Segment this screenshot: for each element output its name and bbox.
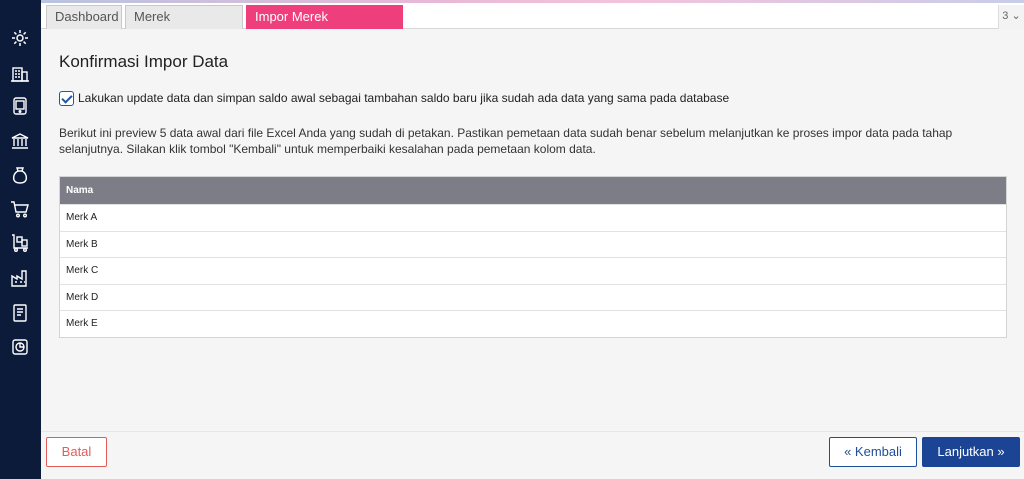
main-content: Konfirmasi Impor Data Lakukan update dat… bbox=[41, 29, 1024, 479]
table-row: Merk D bbox=[60, 283, 1006, 311]
money-bag-icon[interactable] bbox=[10, 165, 30, 185]
settings-icon[interactable] bbox=[10, 28, 30, 48]
tab-count-dropdown[interactable]: 3 ⌄ bbox=[998, 5, 1024, 29]
mobile-device-icon[interactable] bbox=[10, 96, 30, 116]
bank-icon[interactable] bbox=[10, 131, 30, 151]
preview-description: Berikut ini preview 5 data awal dari fil… bbox=[59, 126, 953, 156]
tab-label: Dashboard bbox=[55, 9, 119, 24]
next-button[interactable]: Lanjutkan » bbox=[922, 437, 1020, 467]
building-icon[interactable] bbox=[10, 63, 30, 83]
tax-document-icon[interactable] bbox=[10, 303, 30, 323]
tab-impor-merek-barang[interactable]: Impor Merek Barang✖ bbox=[246, 5, 403, 46]
table-row: Merk C bbox=[60, 257, 1006, 284]
sidebar bbox=[0, 0, 41, 479]
tab-dashboard[interactable]: Dashboard bbox=[46, 5, 122, 29]
table-row: Merk A bbox=[60, 204, 1006, 231]
table-row: Merk E bbox=[60, 310, 1006, 337]
factory-icon[interactable] bbox=[10, 268, 30, 288]
shopping-cart-icon[interactable] bbox=[10, 199, 30, 219]
delivery-cart-icon[interactable] bbox=[10, 233, 30, 253]
preview-table: Nama Merk A Merk B Merk C Merk D Merk E bbox=[59, 176, 1007, 338]
tab-merek-barang[interactable]: Merek Barang✖ bbox=[125, 5, 243, 46]
update-data-label[interactable]: Lakukan update data dan simpan saldo awa… bbox=[78, 91, 729, 105]
back-button[interactable]: « Kembali bbox=[829, 437, 917, 467]
update-data-checkbox[interactable] bbox=[59, 90, 74, 106]
page-title: Konfirmasi Impor Data bbox=[59, 52, 229, 71]
table-header-nama: Nama bbox=[60, 177, 1006, 204]
update-option-row: Lakukan update data dan simpan saldo awa… bbox=[59, 90, 729, 106]
report-chart-icon[interactable] bbox=[10, 337, 30, 357]
cancel-button[interactable]: Batal bbox=[46, 437, 107, 467]
tab-bar: Dashboard Merek Barang✖ Impor Merek Bara… bbox=[41, 3, 1024, 46]
footer-divider bbox=[41, 431, 1024, 432]
table-row: Merk B bbox=[60, 230, 1006, 258]
